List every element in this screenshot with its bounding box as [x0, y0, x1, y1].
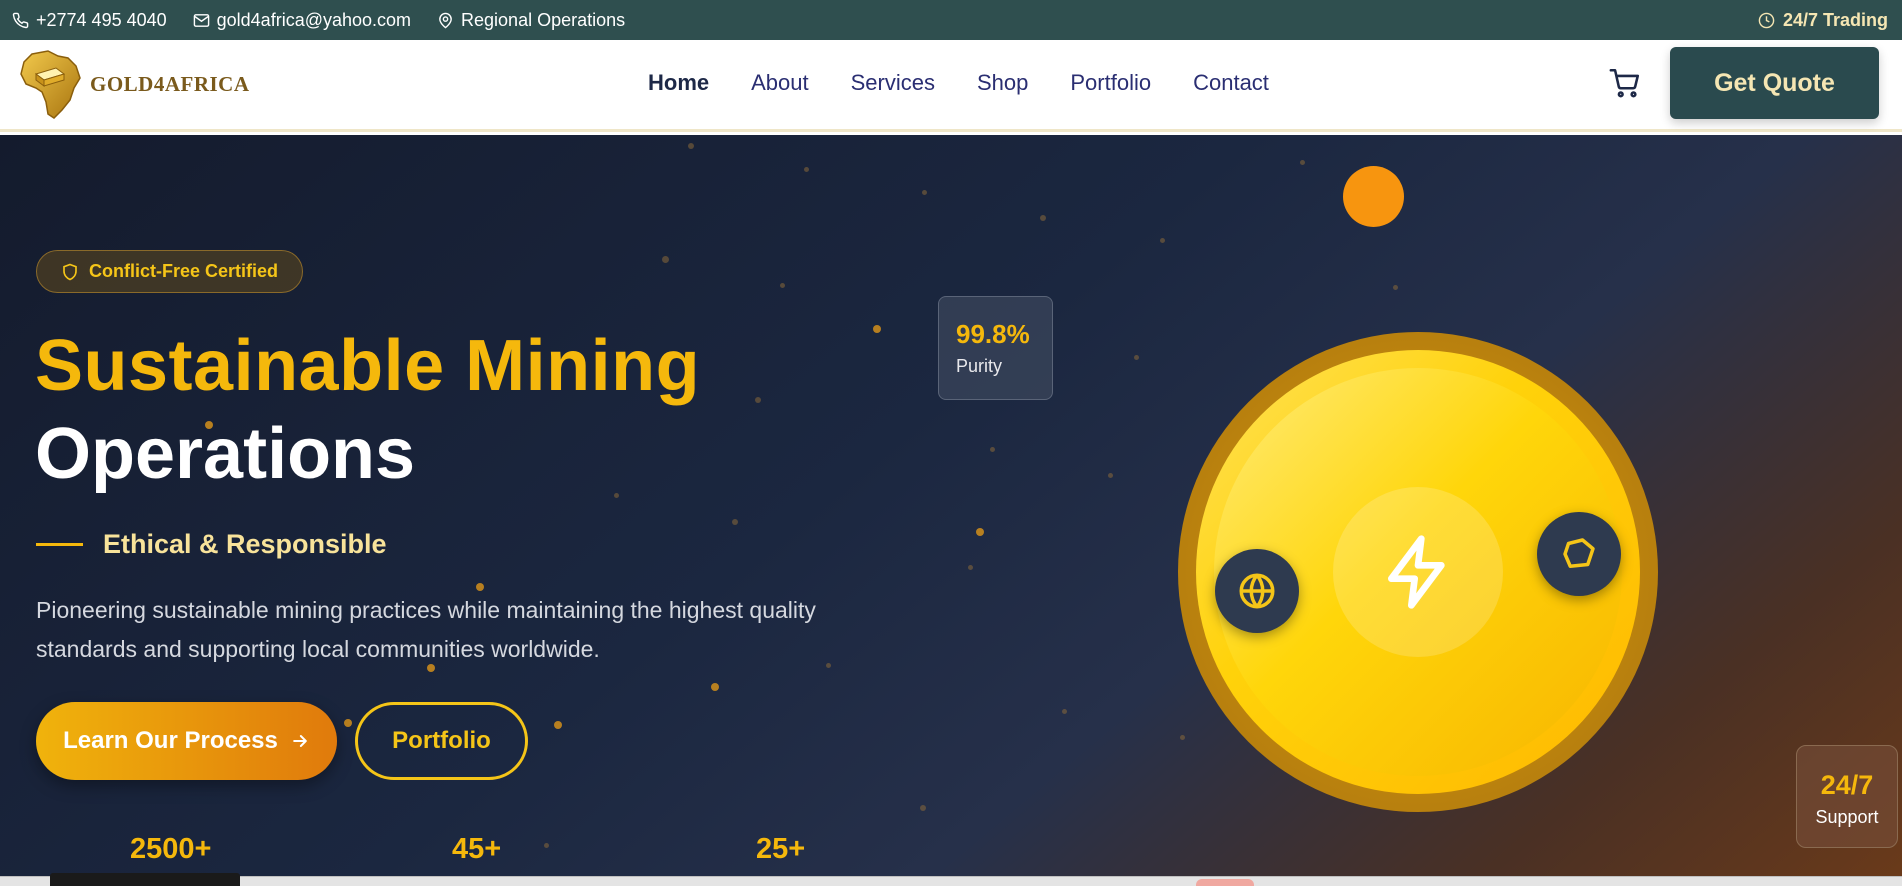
learn-process-button[interactable]: Learn Our Process: [36, 702, 337, 780]
particle: [544, 843, 549, 848]
particle: [780, 283, 785, 288]
particle: [1040, 215, 1046, 221]
nav-shop[interactable]: Shop: [977, 70, 1028, 96]
globe-icon: [1239, 573, 1275, 609]
mail-icon: [193, 13, 209, 27]
portfolio-button[interactable]: Portfolio: [355, 702, 528, 780]
taskbar-indicator: [1196, 879, 1254, 886]
email-address: gold4africa@yahoo.com: [216, 9, 412, 30]
badge-text: Conflict-Free Certified: [89, 261, 279, 281]
stat-value: 45+: [452, 833, 502, 865]
brand-name: GOLD4AFRICA: [90, 71, 250, 96]
hero-subtitle: Ethical & Responsible: [36, 529, 387, 560]
primary-nav: Home About Services Shop Portfolio Conta…: [648, 70, 1311, 96]
particle: [1180, 735, 1185, 740]
learn-process-label: Learn Our Process: [63, 727, 278, 754]
hero-title-line2: Operations: [35, 414, 416, 494]
trading-hours: 24/7 Trading: [1758, 0, 1888, 40]
subtitle-accent-line: [36, 543, 83, 546]
phone-contact[interactable]: +2774 495 4040: [12, 10, 167, 31]
main-navbar: GOLD4AFRICA Home About Services Shop Por…: [0, 40, 1902, 132]
particle: [1134, 355, 1139, 360]
nav-about[interactable]: About: [751, 70, 809, 96]
cart-icon[interactable]: [1608, 66, 1642, 100]
purity-card: 99.8% Purity: [938, 296, 1053, 400]
location-text: Regional Operations: [461, 9, 626, 30]
nav-services[interactable]: Services: [851, 70, 935, 96]
particle: [976, 528, 984, 536]
purity-label: Purity: [956, 356, 1003, 376]
particle: [1300, 160, 1305, 165]
particle: [1062, 709, 1067, 714]
gem-icon: [1563, 538, 1595, 568]
nav-contact[interactable]: Contact: [1193, 70, 1269, 96]
particle: [662, 256, 669, 263]
particle: [922, 190, 927, 195]
phone-number: +2774 495 4040: [36, 9, 167, 30]
particle: [1393, 285, 1398, 290]
particle: [920, 805, 926, 811]
particle: [968, 565, 973, 570]
particle: [804, 167, 809, 172]
particle: [476, 583, 484, 591]
africa-gold-logo-icon: [20, 50, 81, 119]
email-contact[interactable]: gold4africa@yahoo.com: [193, 10, 411, 31]
nav-home[interactable]: Home: [648, 70, 709, 96]
particle: [711, 683, 719, 691]
stat-value: 25+: [756, 833, 806, 865]
os-taskbar: [0, 876, 1902, 886]
brand-logo[interactable]: GOLD4AFRICA: [18, 48, 250, 120]
coin-center-emblem: [1333, 487, 1503, 657]
nav-portfolio[interactable]: Portfolio: [1070, 70, 1151, 96]
hero-description: Pioneering sustainable mining practices …: [36, 597, 816, 662]
subtitle-text: Ethical & Responsible: [103, 529, 387, 559]
get-quote-button[interactable]: Get Quote: [1670, 47, 1879, 119]
top-contact-bar: +2774 495 4040 gold4africa@yahoo.com Reg…: [0, 0, 1902, 40]
phone-icon: [12, 12, 29, 28]
hero-title-line1: Sustainable Mining: [35, 326, 701, 406]
lightning-icon: [1388, 535, 1445, 609]
globe-button[interactable]: [1215, 549, 1299, 633]
shield-icon: [63, 263, 77, 280]
particle: [755, 397, 761, 403]
particle: [990, 447, 995, 452]
particle: [1160, 238, 1165, 243]
particle: [873, 325, 881, 333]
support-card: 24/7 Support: [1796, 745, 1898, 848]
gem-button[interactable]: [1537, 512, 1621, 596]
particle: [344, 719, 352, 727]
particle: [1108, 473, 1113, 478]
floating-orange-orb: [1343, 166, 1404, 227]
arrow-right-icon: [293, 735, 307, 747]
location-info: Regional Operations: [437, 10, 625, 31]
support-value: 24/7: [1820, 770, 1874, 800]
particle: [732, 519, 738, 525]
particle: [688, 143, 694, 149]
particle: [614, 493, 619, 498]
screenshot-toolbar[interactable]: [50, 873, 240, 886]
trading-text: 24/7 Trading: [1782, 9, 1888, 30]
stat-value: 2500+: [130, 833, 212, 865]
location-pin-icon: [439, 12, 452, 28]
purity-value: 99.8%: [956, 319, 1030, 349]
particle: [554, 721, 562, 729]
certification-badge: Conflict-Free Certified: [36, 250, 304, 293]
clock-icon: [1758, 12, 1775, 28]
support-label: Support: [1815, 807, 1879, 827]
hero-section: Conflict-Free Certified Sustainable Mini…: [0, 135, 1902, 876]
